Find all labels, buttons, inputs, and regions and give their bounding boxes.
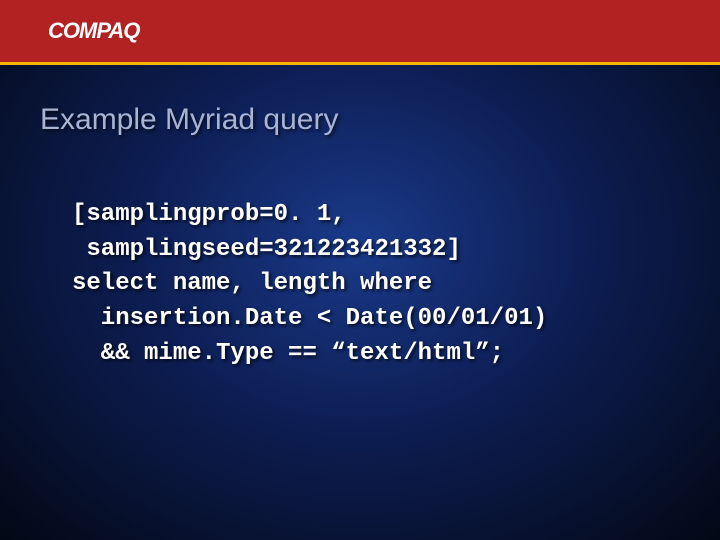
compaq-logo: COMPAQ bbox=[48, 18, 139, 44]
code-line: [samplingprob=0. 1, bbox=[72, 201, 346, 228]
code-line: insertion.Date < Date(00/01/01) bbox=[72, 305, 547, 332]
code-line: && mime.Type == “text/html”; bbox=[72, 340, 504, 367]
header-underline bbox=[0, 62, 720, 65]
code-line: select name, length where bbox=[72, 270, 432, 297]
code-block: [samplingprob=0. 1, samplingseed=3212234… bbox=[72, 163, 720, 372]
slide-title: Example Myriad query bbox=[40, 103, 720, 137]
header-band: COMPAQ bbox=[0, 0, 720, 62]
code-line: samplingseed=321223421332] bbox=[72, 236, 461, 263]
